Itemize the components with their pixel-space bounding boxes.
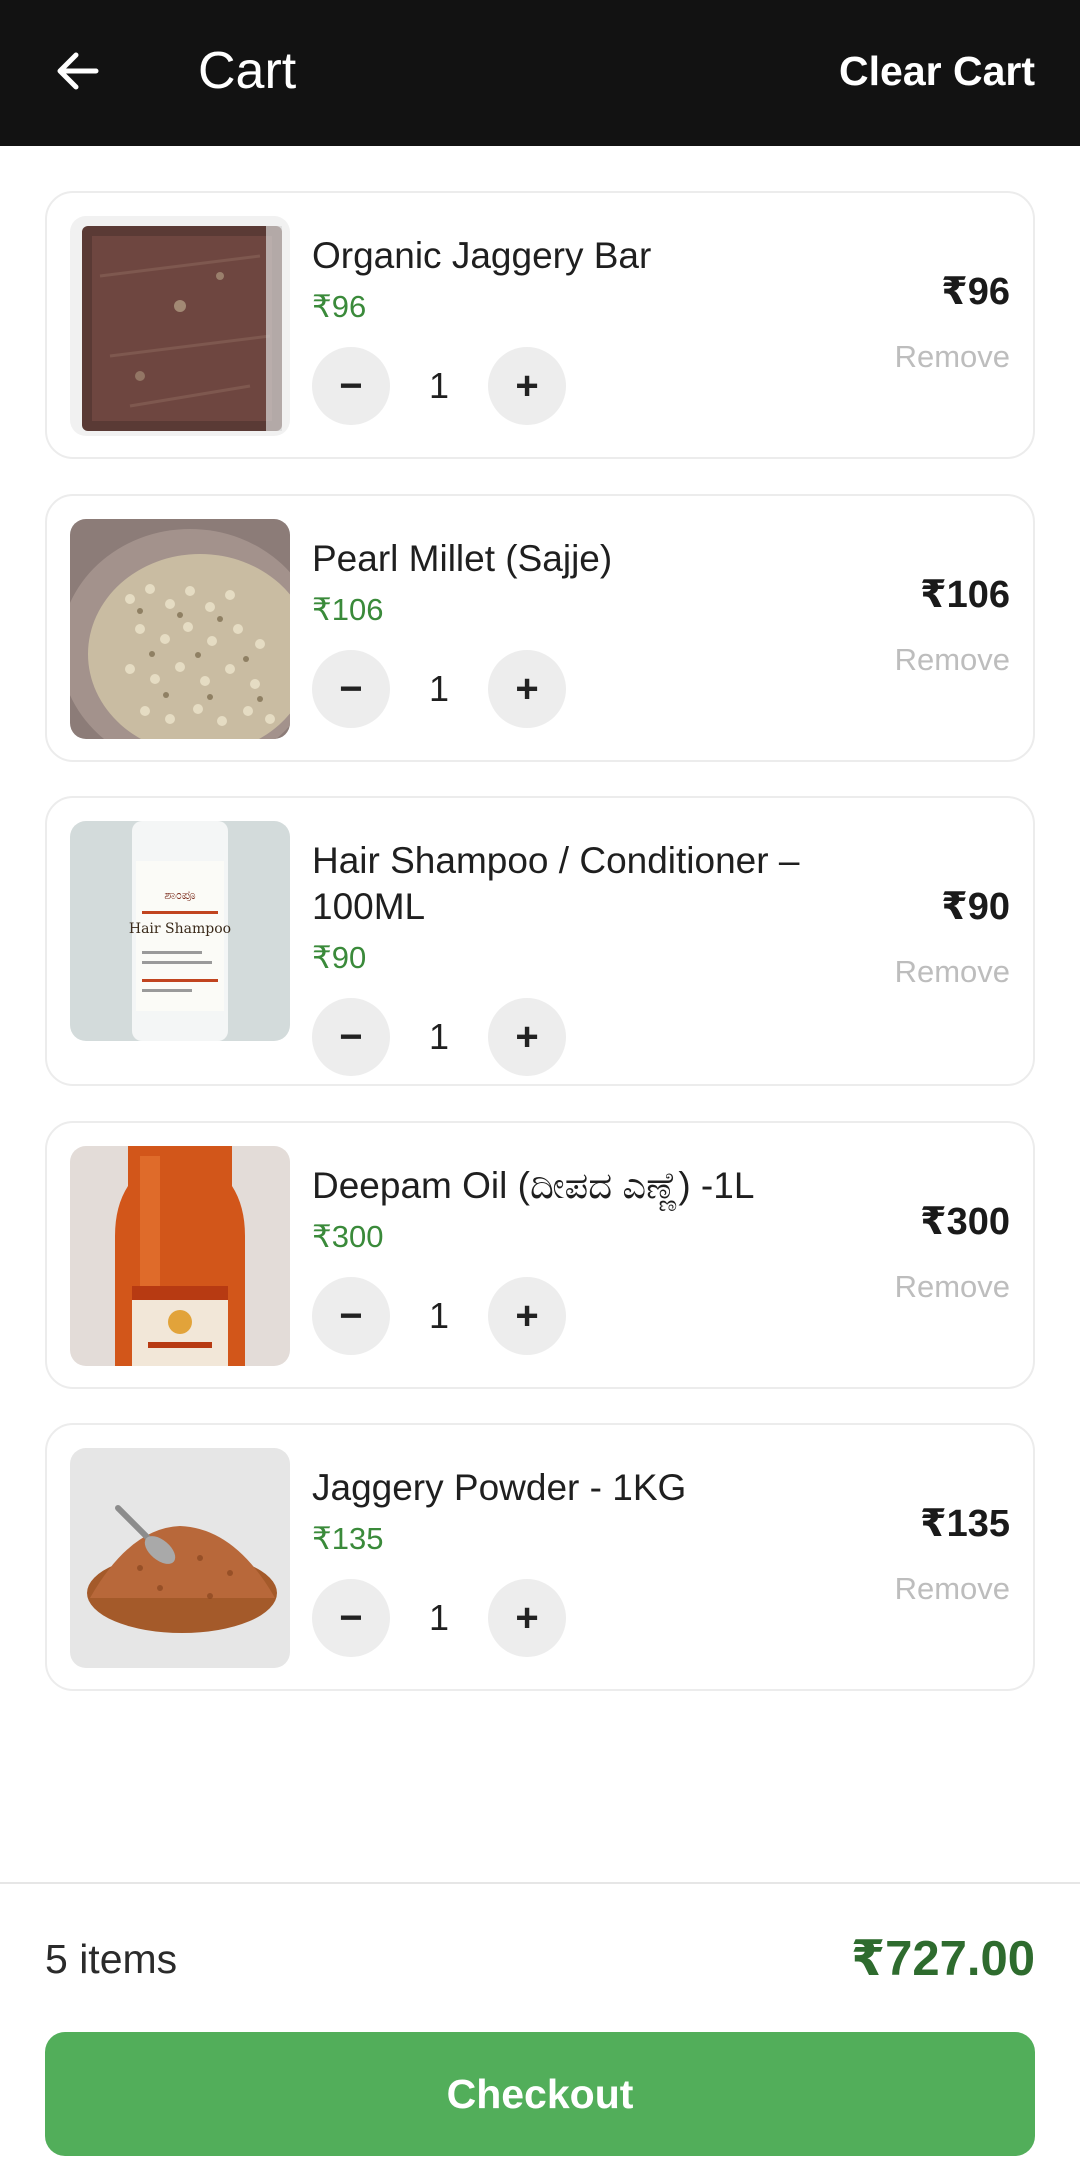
quantity-value: 1 [428,668,450,709]
quantity-value: 1 [428,1295,450,1336]
item-info: Pearl Millet (Sajje) ₹106 − 1 + [312,536,823,728]
decrease-quantity-button[interactable]: − [312,650,390,728]
remove-button[interactable]: Remove [895,1269,1010,1305]
increase-quantity-button[interactable]: + [488,1579,566,1657]
decrease-quantity-button[interactable]: − [312,998,390,1076]
product-image [70,1448,290,1668]
quantity-stepper: − 1 + [312,998,823,1076]
remove-button[interactable]: Remove [895,642,1010,678]
quantity-stepper: − 1 + [312,650,823,728]
item-info: Jaggery Powder - 1KG ₹135 − 1 + [312,1465,823,1657]
cart-footer: 5 items ₹727.00 Checkout [0,1882,1080,2160]
page-title: Cart [198,42,297,100]
pearl-millet-image [70,519,290,739]
increase-quantity-button[interactable]: + [488,347,566,425]
item-count: 5 items [45,1936,178,1982]
product-image: ಶಾಂಪೂ Hair Shampoo [70,821,290,1041]
line-total: ₹96 [941,271,1010,313]
item-info: Hair Shampoo / Conditioner – 100ML ₹90 −… [312,838,823,1076]
remove-button[interactable]: Remove [895,1571,1010,1607]
remove-button[interactable]: Remove [895,954,1010,990]
quantity-value: 1 [428,1016,450,1057]
arrow-left-icon [57,52,99,90]
remove-button[interactable]: Remove [895,339,1010,375]
product-image [70,216,290,436]
app-bar: Cart Clear Cart [0,0,1080,146]
back-button[interactable] [44,38,110,104]
product-image [70,519,290,739]
item-unit-price: ₹300 [312,1219,384,1254]
item-unit-price: ₹96 [312,289,367,324]
quantity-value: 1 [428,1597,450,1638]
item-unit-price: ₹90 [312,940,367,975]
increase-quantity-button[interactable]: + [488,998,566,1076]
cart-item: ಶಾಂಪೂ Hair Shampoo Hair Shampoo / Condit… [45,796,1035,1086]
cart-item: Pearl Millet (Sajje) ₹106 − 1 + ₹106 Rem… [45,494,1035,762]
svg-text:ಶಾಂಪೂ: ಶಾಂಪೂ [164,888,196,903]
cart-item: Organic Jaggery Bar ₹96 − 1 + ₹96 Remove [45,191,1035,459]
cart-total: ₹727.00 [851,1932,1035,1986]
jaggery-powder-image [70,1448,290,1668]
increase-quantity-button[interactable]: + [488,650,566,728]
item-name: Hair Shampoo / Conditioner – 100ML [312,840,800,927]
item-unit-price: ₹106 [312,592,384,627]
item-name: Deepam Oil (ದೀಪದ ಎಣ್ಣೆ) -1L [312,1165,755,1206]
clear-cart-button[interactable]: Clear Cart [839,38,1035,104]
decrease-quantity-button[interactable]: − [312,347,390,425]
quantity-stepper: − 1 + [312,1277,823,1355]
cart-screen: Cart Clear Cart Organic Jaggery Bar ₹96 … [0,0,1080,2160]
item-name: Organic Jaggery Bar [312,235,652,276]
product-image [70,1146,290,1366]
line-total: ₹135 [920,1503,1010,1545]
cart-item: Jaggery Powder - 1KG ₹135 − 1 + ₹135 Rem… [45,1423,1035,1691]
increase-quantity-button[interactable]: + [488,1277,566,1355]
deepam-oil-image [70,1146,290,1366]
line-total: ₹300 [920,1201,1010,1243]
jaggery-bar-image [70,216,290,436]
item-info: Deepam Oil (ದೀಪದ ಎಣ್ಣೆ) -1L ₹300 − 1 + [312,1163,823,1355]
decrease-quantity-button[interactable]: − [312,1277,390,1355]
item-name: Jaggery Powder - 1KG [312,1467,687,1508]
quantity-stepper: − 1 + [312,1579,823,1657]
cart-item: Deepam Oil (ದೀಪದ ಎಣ್ಣೆ) -1L ₹300 − 1 + ₹… [45,1121,1035,1389]
svg-text:Hair Shampoo: Hair Shampoo [129,921,231,937]
item-name: Pearl Millet (Sajje) [312,538,613,579]
quantity-stepper: − 1 + [312,347,823,425]
hair-shampoo-image: ಶಾಂಪೂ Hair Shampoo [70,821,290,1041]
line-total: ₹90 [941,886,1010,928]
item-info: Organic Jaggery Bar ₹96 − 1 + [312,233,823,425]
quantity-value: 1 [428,365,450,406]
checkout-button[interactable]: Checkout [45,2032,1035,2156]
line-total: ₹106 [920,574,1010,616]
item-unit-price: ₹135 [312,1521,384,1556]
decrease-quantity-button[interactable]: − [312,1579,390,1657]
